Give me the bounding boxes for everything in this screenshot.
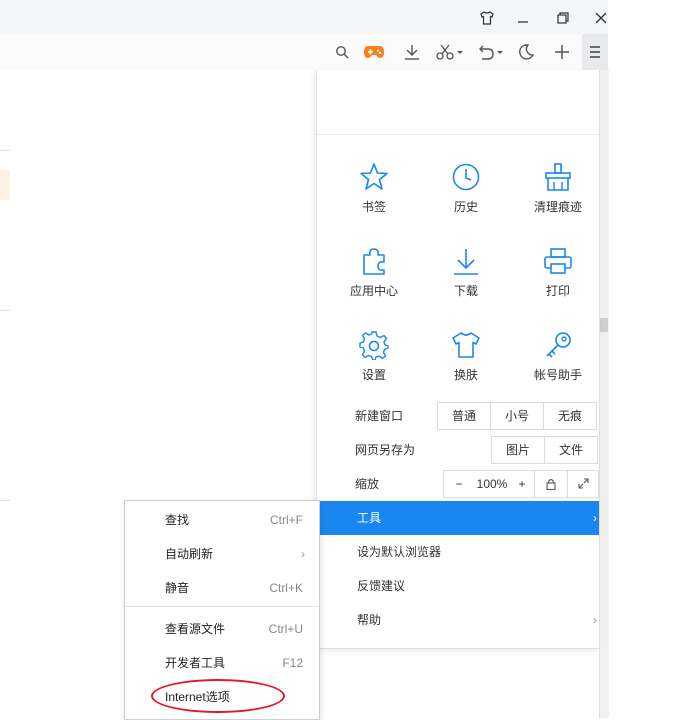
new-window-normal-button[interactable]: 普通 — [438, 403, 490, 429]
grid-label: 清理痕迹 — [533, 200, 582, 214]
zoom-out-button[interactable]: − — [444, 471, 474, 497]
grid-bookmarks[interactable]: 书签 — [327, 150, 421, 230]
highlight-circle — [151, 679, 285, 713]
grid-downloads[interactable]: 下载 — [419, 234, 513, 314]
menu-item-label: 设为默认浏览器 — [357, 545, 442, 559]
page-banner-strip — [0, 170, 10, 200]
submenu-auto-refresh[interactable]: 自动刷新 › — [125, 537, 319, 571]
grid-label: 设置 — [361, 368, 386, 382]
search-icon[interactable] — [330, 41, 354, 63]
menu-item-set-default-browser[interactable]: 设为默认浏览器 — [317, 535, 599, 569]
save-as-options: 图片 文件 — [491, 436, 598, 464]
puzzle-icon — [363, 248, 385, 275]
zoom-row: 缩放 − 100% + — [317, 466, 599, 500]
menu-account-header[interactable] — [317, 70, 599, 135]
submenu-shortcut: F12 — [282, 656, 303, 670]
save-as-file-button[interactable]: 文件 — [544, 437, 597, 463]
key-icon — [546, 332, 571, 358]
main-menu-panel: 书签 历史 清理痕迹 应用中心 下载 打印 设置 换肤 帐号助手 新建窗口 普通… — [316, 70, 599, 649]
menu-icon[interactable] — [582, 34, 608, 70]
gamepad-icon[interactable] — [362, 41, 386, 63]
submenu-label: 查找 — [165, 513, 190, 527]
grid-skins[interactable]: 换肤 — [419, 318, 513, 398]
grid-label: 换肤 — [453, 368, 478, 382]
submenu-divider — [125, 606, 319, 607]
tools-submenu: 查找 Ctrl+F 自动刷新 › 静音 Ctrl+K 查看源文件 Ctrl+U … — [124, 500, 320, 720]
submenu-mute[interactable]: 静音 Ctrl+K — [125, 571, 319, 605]
save-as-row: 网页另存为 图片 文件 — [317, 432, 599, 466]
star-icon — [360, 163, 388, 190]
grid-account-assistant[interactable]: 帐号助手 — [511, 318, 605, 398]
save-as-image-button[interactable]: 图片 — [492, 437, 544, 463]
moon-icon[interactable] — [514, 41, 538, 63]
submenu-shortcut: Ctrl+K — [269, 581, 303, 595]
title-bar — [0, 0, 608, 35]
new-window-label: 新建窗口 — [355, 409, 404, 423]
grid-label: 帐号助手 — [533, 368, 582, 382]
grid-history[interactable]: 历史 — [419, 150, 513, 230]
gear-icon — [359, 331, 389, 360]
grid-label: 历史 — [453, 200, 478, 214]
grid-label: 应用中心 — [349, 284, 398, 298]
zoom-label: 缩放 — [355, 477, 380, 491]
submenu-developer-tools[interactable]: 开发者工具 F12 — [125, 646, 319, 680]
submenu-label: 查看源文件 — [165, 622, 226, 636]
grid-label: 打印 — [545, 284, 570, 298]
submenu-label: 自动刷新 — [165, 547, 214, 561]
plus-icon[interactable] — [550, 41, 574, 63]
new-window-small-button[interactable]: 小号 — [490, 403, 543, 429]
page-divider — [0, 150, 10, 151]
undo-icon[interactable] — [474, 41, 506, 63]
menu-item-tools[interactable]: 工具 › — [317, 501, 599, 535]
skin-icon[interactable] — [476, 8, 498, 28]
menu-item-label: 反馈建议 — [357, 579, 406, 593]
download-icon — [454, 249, 478, 275]
chevron-right-icon: › — [301, 547, 305, 561]
printer-icon — [544, 248, 572, 274]
submenu-view-source[interactable]: 查看源文件 Ctrl+U — [125, 612, 319, 646]
grid-app-center[interactable]: 应用中心 — [327, 234, 421, 314]
submenu-label: 静音 — [165, 581, 190, 595]
lock-icon — [546, 479, 556, 491]
menu-item-label: 帮助 — [357, 613, 382, 627]
grid-label: 下载 — [453, 284, 478, 298]
new-window-incognito-button[interactable]: 无痕 — [543, 403, 596, 429]
submenu-find[interactable]: 查找 Ctrl+F — [125, 503, 319, 537]
save-as-label: 网页另存为 — [355, 443, 416, 457]
menu-item-help[interactable]: 帮助 › — [317, 603, 599, 637]
minimize-icon[interactable] — [512, 8, 534, 28]
chevron-right-icon: › — [593, 613, 597, 627]
grid-print[interactable]: 打印 — [511, 234, 605, 314]
fullscreen-button[interactable] — [567, 471, 598, 497]
grid-label: 书签 — [361, 200, 386, 214]
browser-toolbar — [0, 34, 608, 71]
menu-item-label: 工具 — [357, 511, 382, 525]
close-icon[interactable] — [590, 8, 612, 28]
submenu-shortcut: Ctrl+F — [270, 513, 303, 527]
restore-icon[interactable] — [552, 8, 574, 28]
grid-settings[interactable]: 设置 — [327, 318, 421, 398]
submenu-label: 开发者工具 — [165, 656, 226, 670]
broom-icon — [545, 163, 571, 191]
chevron-right-icon: › — [593, 511, 597, 525]
page-divider — [0, 500, 10, 501]
grid-clear-traces[interactable]: 清理痕迹 — [511, 150, 605, 230]
submenu-shortcut: Ctrl+U — [268, 622, 303, 636]
scissors-icon[interactable] — [434, 41, 466, 63]
zoom-control: − 100% + — [443, 470, 599, 498]
expand-icon — [577, 478, 589, 489]
download-icon[interactable] — [400, 41, 424, 63]
new-window-row: 新建窗口 普通 小号 无痕 — [317, 398, 599, 432]
menu-item-feedback[interactable]: 反馈建议 — [317, 569, 599, 603]
zoom-value: 100% — [476, 477, 508, 491]
new-window-options: 普通 小号 无痕 — [437, 402, 597, 430]
clock-icon — [452, 163, 480, 191]
zoom-lock-button[interactable] — [534, 471, 567, 497]
zoom-in-button[interactable]: + — [510, 471, 534, 497]
tshirt-icon — [452, 332, 480, 358]
page-divider — [0, 310, 10, 311]
